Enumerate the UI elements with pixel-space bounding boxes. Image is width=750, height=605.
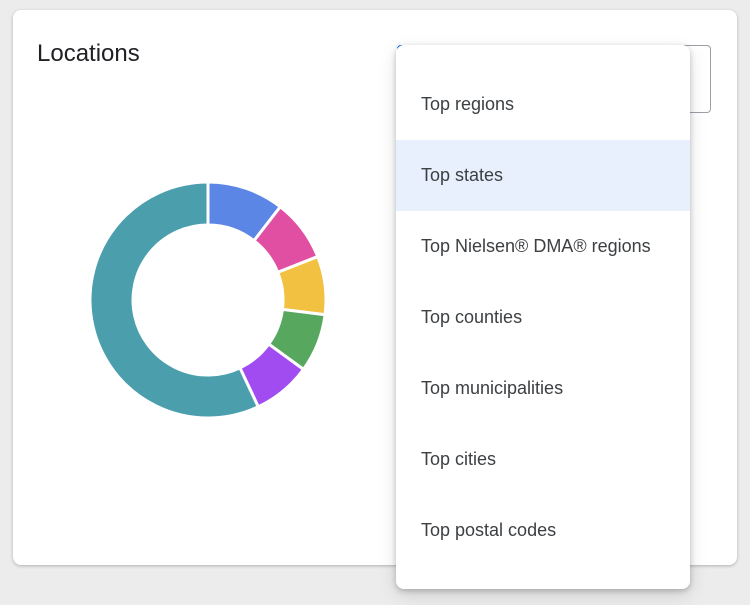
locations-donut-chart xyxy=(88,180,328,420)
menu-item-top-postal-codes[interactable]: Top postal codes xyxy=(396,495,690,566)
menu-item-top-cities[interactable]: Top cities xyxy=(396,424,690,495)
menu-item-top-municipalities[interactable]: Top municipalities xyxy=(396,353,690,424)
menu-item-top-states[interactable]: Top states xyxy=(396,140,690,211)
menu-item-top-regions[interactable]: Top regions xyxy=(396,69,690,140)
menu-item-top-counties[interactable]: Top counties xyxy=(396,282,690,353)
card-title: Locations xyxy=(37,40,140,67)
location-type-menu: Top regions Top states Top Nielsen® DMA®… xyxy=(396,45,690,589)
menu-item-top-nielsen-dma-regions[interactable]: Top Nielsen® DMA® regions xyxy=(396,211,690,282)
